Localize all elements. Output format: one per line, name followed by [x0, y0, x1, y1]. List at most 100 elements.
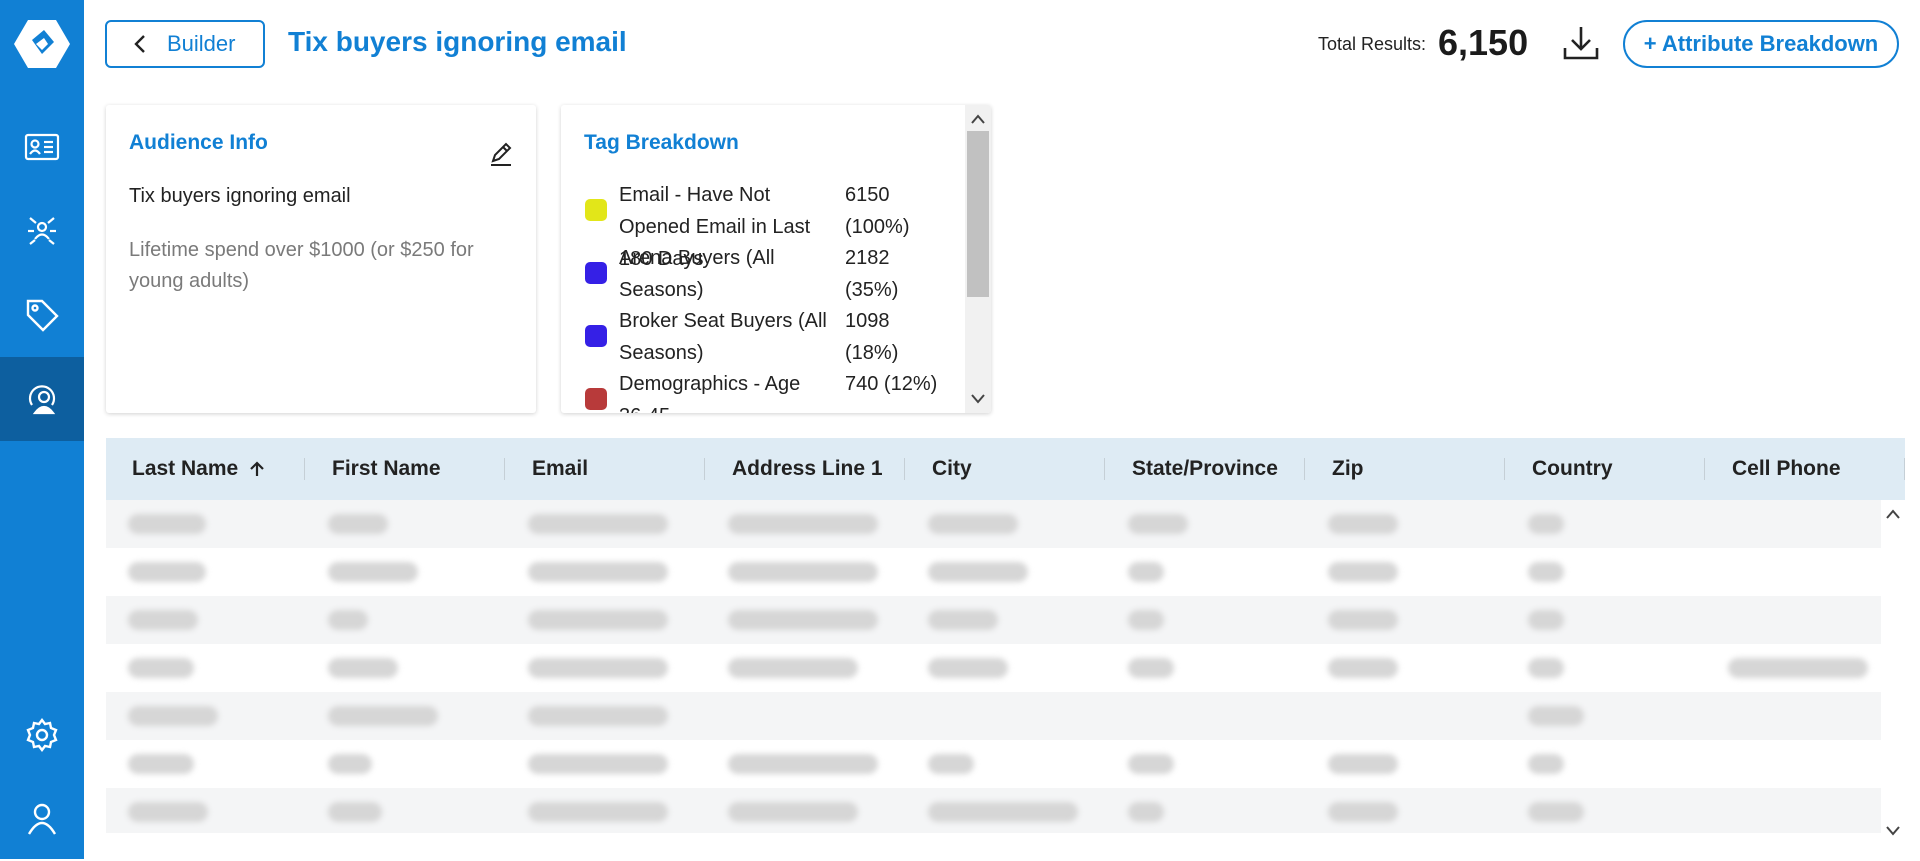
column-divider[interactable] [1904, 458, 1905, 480]
redacted-cell [1528, 802, 1584, 822]
redacted-cell [328, 610, 368, 630]
tag-color-swatch [585, 262, 607, 284]
redacted-cell [1128, 610, 1164, 630]
table-row[interactable] [106, 788, 1881, 833]
redacted-cell [1328, 610, 1398, 630]
tag-item: Arena Buyers (All Seasons) 2182 (35%) [583, 242, 963, 305]
redacted-cell [1528, 610, 1564, 630]
column-divider[interactable] [304, 458, 305, 480]
sidebar [0, 0, 84, 859]
redacted-cell [528, 754, 668, 774]
table-row[interactable] [106, 500, 1881, 548]
column-header-city[interactable]: City [932, 438, 972, 500]
redacted-cell [728, 802, 858, 822]
redacted-cell [728, 610, 878, 630]
redacted-cell [528, 514, 668, 534]
redacted-cell [128, 754, 194, 774]
tag-count: 6150 (100%) [845, 184, 910, 238]
redacted-cell [1528, 706, 1584, 726]
redacted-cell [128, 802, 208, 822]
column-divider[interactable] [1504, 458, 1505, 480]
column-divider[interactable] [904, 458, 905, 480]
redacted-cell [1528, 658, 1564, 678]
user-icon [27, 803, 57, 835]
tag-count: 2182 (35%) [845, 247, 899, 301]
column-header-country[interactable]: Country [1532, 438, 1613, 500]
column-divider[interactable] [704, 458, 705, 480]
column-divider[interactable] [1304, 458, 1305, 480]
column-header-state-province[interactable]: State/Province [1132, 438, 1278, 500]
sidebar-item-audiences[interactable] [0, 357, 84, 441]
app-logo-icon[interactable] [14, 18, 70, 70]
column-header-cell-phone[interactable]: Cell Phone [1732, 438, 1841, 500]
column-header-last-name[interactable]: Last Name [132, 438, 266, 500]
attribute-breakdown-button[interactable]: + Attribute Breakdown [1623, 20, 1899, 68]
audience-description: Lifetime spend over $1000 (or $250 for y… [129, 239, 474, 292]
redacted-cell [1528, 562, 1564, 582]
redacted-cell [728, 658, 858, 678]
redacted-cell [528, 658, 668, 678]
chevron-up-icon[interactable] [1885, 508, 1901, 520]
column-divider[interactable] [504, 458, 505, 480]
tag-name: Arena Buyers (All Seasons) [619, 247, 775, 301]
total-results-label: Total Results: [1318, 34, 1427, 54]
chevron-left-icon [134, 35, 145, 53]
back-to-builder-button[interactable]: Builder [105, 20, 265, 68]
redacted-cell [528, 610, 668, 630]
redacted-cell [328, 562, 418, 582]
table-row[interactable] [106, 548, 1881, 596]
download-icon[interactable] [1560, 22, 1602, 64]
edit-pencil-icon[interactable] [488, 141, 514, 167]
redacted-cell [328, 514, 388, 534]
sidebar-item-tags[interactable] [0, 273, 84, 357]
audience-info-title: Audience Info [129, 131, 268, 154]
redacted-cell [928, 754, 974, 774]
redacted-cell [728, 514, 878, 534]
sidebar-item-profile[interactable] [0, 777, 84, 861]
redacted-cell [1328, 802, 1398, 822]
redacted-cell [328, 802, 382, 822]
table-row[interactable] [106, 692, 1881, 740]
redacted-cell [728, 562, 878, 582]
redacted-cell [328, 706, 438, 726]
column-divider[interactable] [1704, 458, 1705, 480]
table-header: Last Name First Name Email Address Line … [106, 438, 1905, 500]
sort-ascending-icon[interactable] [248, 460, 266, 478]
tag-count: 1098 (18%) [845, 310, 899, 364]
contact-card-icon [24, 133, 60, 161]
redacted-cell [928, 514, 1018, 534]
column-header-zip[interactable]: Zip [1332, 438, 1364, 500]
column-header-first-name[interactable]: First Name [332, 438, 441, 500]
redacted-cell [128, 706, 218, 726]
back-button-label: Builder [167, 31, 236, 56]
redacted-cell [128, 562, 206, 582]
tag-name: Broker Seat Buyers (All Seasons) [619, 310, 827, 364]
audience-info-card: Audience Info Tix buyers ignoring email … [106, 105, 536, 413]
chevron-up-icon[interactable] [970, 113, 986, 125]
column-header-email[interactable]: Email [532, 438, 588, 500]
redacted-cell [128, 658, 194, 678]
chevron-down-icon[interactable] [970, 393, 986, 405]
redacted-cell [728, 754, 878, 774]
table-row[interactable] [106, 740, 1881, 788]
redacted-cell [1128, 754, 1174, 774]
sidebar-item-contacts[interactable] [0, 105, 84, 189]
sidebar-item-settings[interactable] [0, 693, 84, 777]
table-scrollbar[interactable] [1881, 500, 1905, 845]
column-header-address-line-1[interactable]: Address Line 1 [732, 438, 883, 500]
sidebar-item-network[interactable] [0, 189, 84, 273]
tag-icon [26, 299, 59, 332]
audience-icon [28, 385, 56, 415]
tag-color-swatch [585, 325, 607, 347]
table-body [106, 500, 1881, 833]
tag-breakdown-title: Tag Breakdown [584, 131, 739, 154]
table-row[interactable] [106, 644, 1881, 692]
chevron-down-icon[interactable] [1885, 825, 1901, 837]
scrollbar-thumb[interactable] [967, 131, 989, 297]
tag-item: Demographics - Age 36-45 740 (12%) [583, 368, 963, 413]
redacted-cell [1128, 802, 1164, 822]
column-divider[interactable] [1104, 458, 1105, 480]
table-row[interactable] [106, 596, 1881, 644]
tag-scrollbar[interactable] [965, 105, 991, 413]
redacted-cell [928, 562, 1028, 582]
